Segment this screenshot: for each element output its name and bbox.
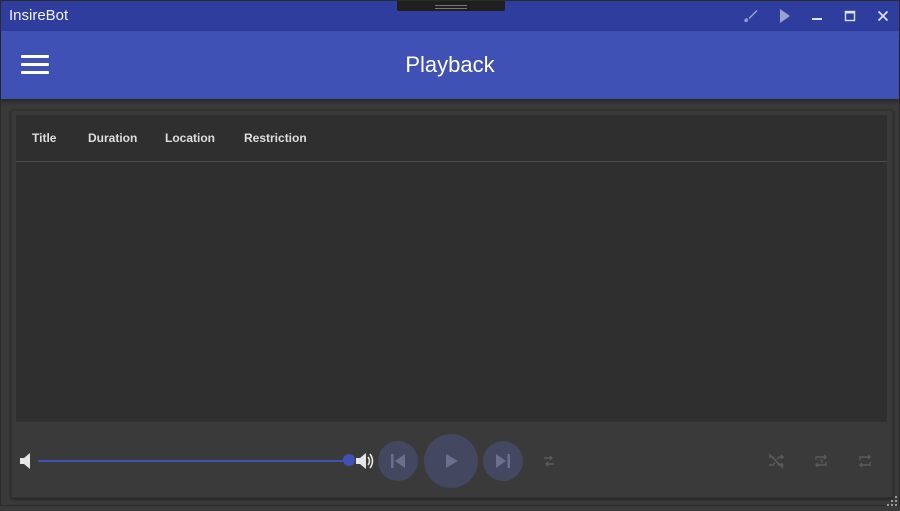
volume-slider[interactable] [38, 460, 348, 462]
play-button[interactable] [424, 434, 478, 488]
column-location[interactable]: Location [165, 131, 215, 145]
table-header: Title Duration Location Restriction [16, 115, 887, 162]
repeat-icon[interactable] [856, 452, 874, 475]
table-body[interactable] [16, 162, 887, 422]
volume-slider-thumb[interactable] [343, 454, 355, 466]
skip-next-icon [496, 454, 510, 468]
minimize-icon[interactable] [800, 1, 833, 31]
play-icon[interactable] [767, 1, 800, 31]
close-icon[interactable] [866, 1, 899, 31]
drag-handle[interactable] [397, 1, 505, 11]
previous-button[interactable] [378, 441, 418, 481]
app-title: InsireBot [9, 7, 69, 24]
next-button[interactable] [483, 441, 523, 481]
play-icon [446, 454, 458, 468]
column-title[interactable]: Title [32, 131, 56, 145]
shuffle-disabled-icon[interactable] [767, 452, 785, 475]
skip-previous-icon [391, 454, 405, 468]
volume-low-icon[interactable] [19, 452, 35, 475]
volume-high-icon[interactable] [355, 451, 375, 476]
page-title: Playback [405, 52, 495, 77]
paint-brush-icon[interactable] [734, 1, 767, 31]
app-window: InsireBot Playback Title Duration Locati… [0, 0, 900, 506]
title-bar[interactable]: InsireBot [1, 1, 899, 31]
playlist-table: Title Duration Location Restriction [16, 115, 887, 422]
repeat-one-icon[interactable] [812, 452, 830, 475]
playlist-card: Title Duration Location Restriction [11, 110, 893, 498]
column-duration[interactable]: Duration [88, 131, 137, 145]
column-restriction[interactable]: Restriction [244, 131, 307, 145]
app-bar: Playback [1, 31, 899, 99]
player-controls [12, 432, 892, 492]
title-bar-buttons [734, 1, 899, 31]
swap-icon[interactable] [542, 454, 556, 473]
resize-grip-icon[interactable] [887, 493, 897, 506]
maximize-icon[interactable] [833, 1, 866, 31]
